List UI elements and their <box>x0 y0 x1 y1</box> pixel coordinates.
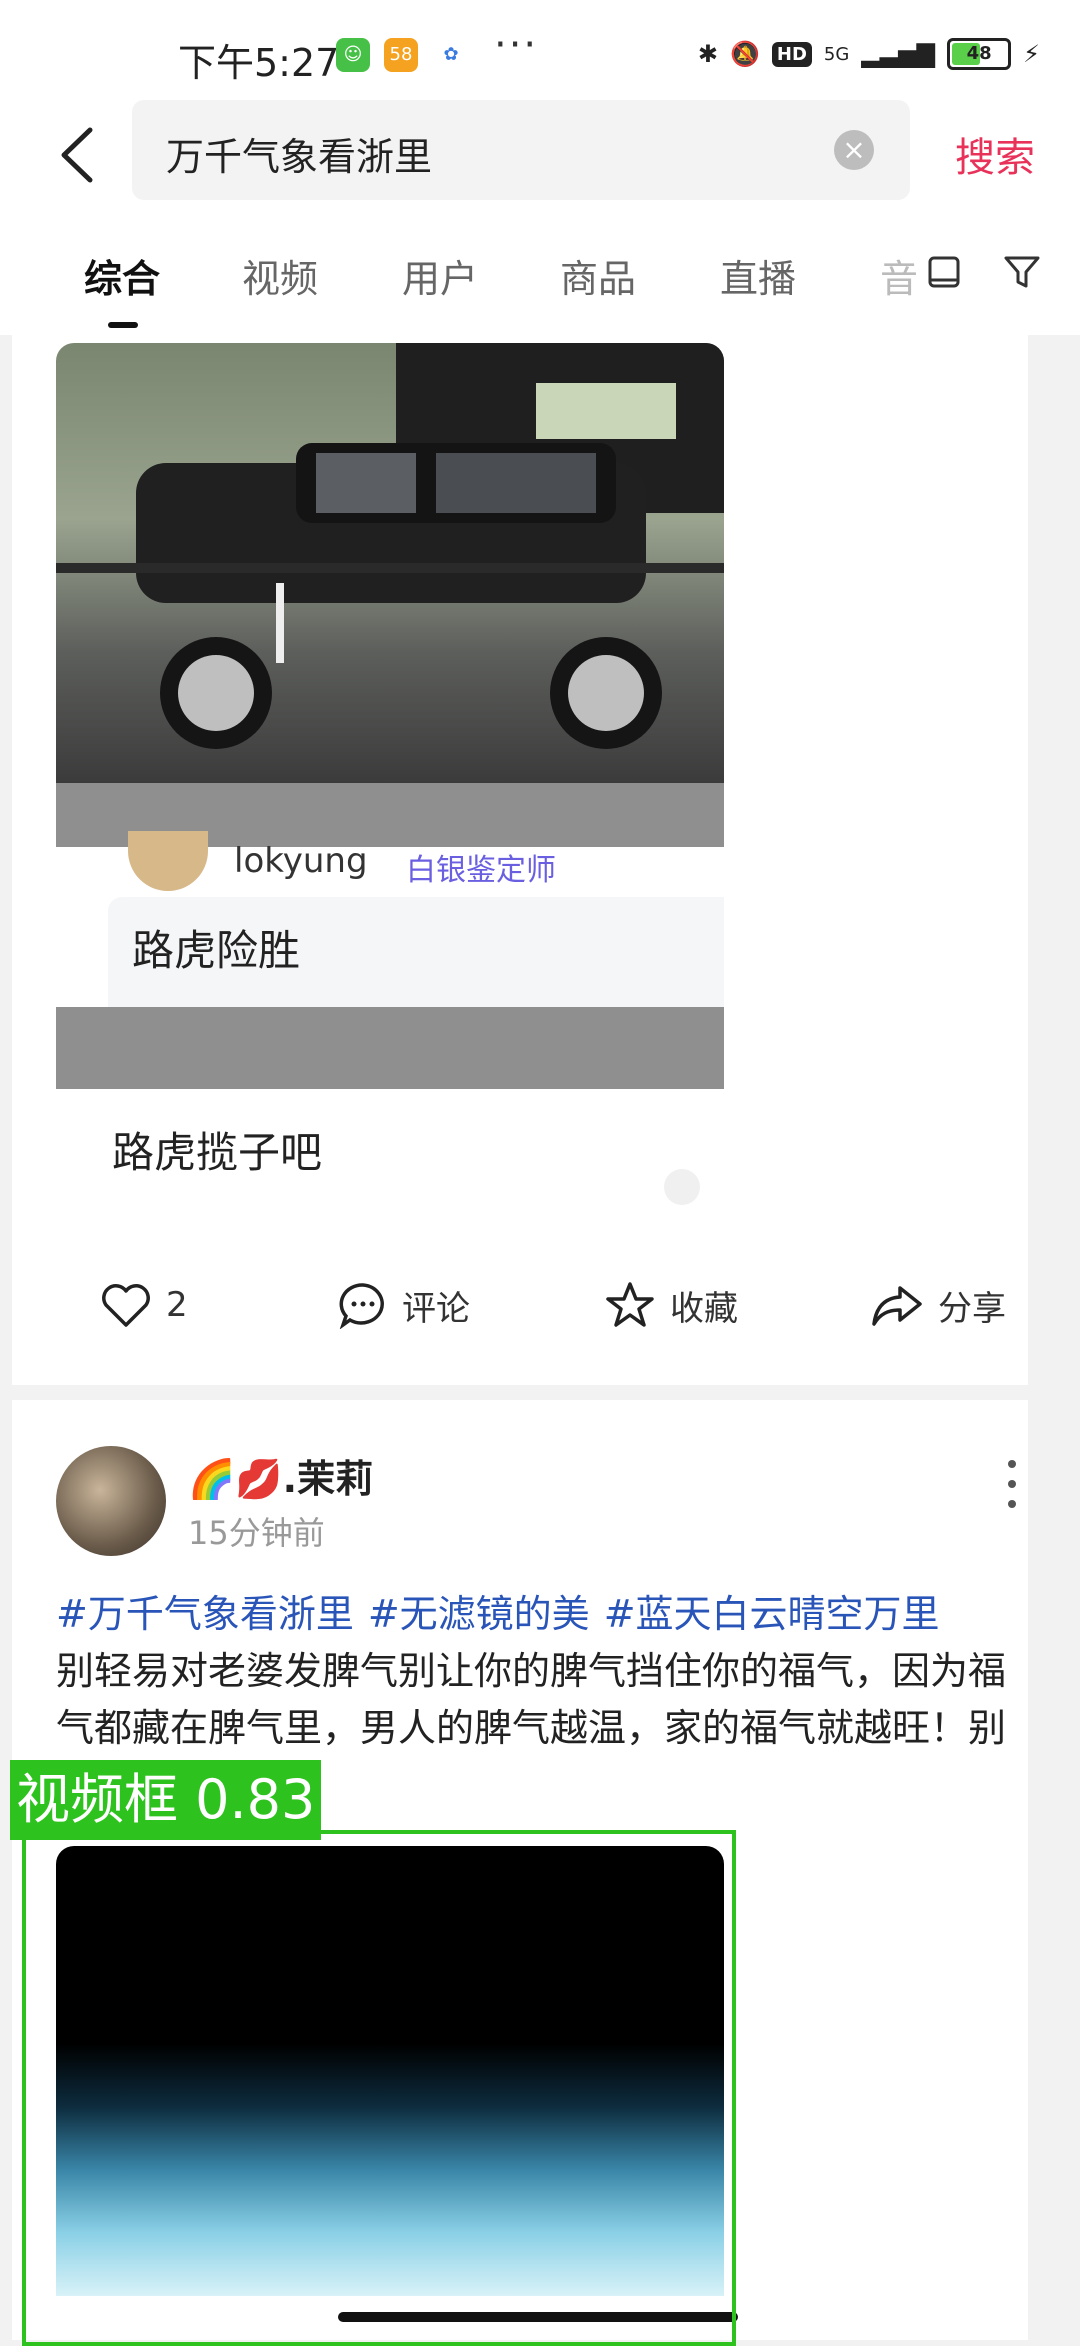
post-image-collage[interactable]: lokyung 白银鉴定师 路虎险胜 路虎揽子吧 <box>56 343 724 1233</box>
share-button[interactable]: 分享 <box>870 1265 1006 1345</box>
comment-text-1: 路虎险胜 <box>132 926 301 975</box>
search-button[interactable]: 搜索 <box>955 125 1035 183</box>
search-input[interactable]: 万千气象看浙里 × <box>132 100 910 200</box>
comment-panel-2: 路虎揽子吧 <box>56 1089 724 1233</box>
post-time: 15分钟前 <box>188 1514 325 1552</box>
cloud-app-icon: ✿ <box>434 38 468 72</box>
battery-icon: 48 <box>947 38 1012 70</box>
detection-label: 视频框 0.83 <box>10 1760 322 1840</box>
favorite-button[interactable]: 收藏 <box>604 1265 738 1345</box>
comment-button[interactable]: 评论 <box>338 1265 470 1345</box>
search-query: 万千气象看浙里 <box>166 135 433 179</box>
tab-bar: 综合 视频 用户 商品 直播 音 <box>0 210 1080 335</box>
comment-text-2: 路虎揽子吧 <box>112 1128 323 1177</box>
post-card-1[interactable]: lokyung 白银鉴定师 路虎险胜 路虎揽子吧 2 评论 收藏 分享 <box>12 335 1028 1385</box>
58-app-icon: 58 <box>384 38 418 72</box>
hd-icon: HD <box>771 41 812 67</box>
car-illustration <box>56 343 724 749</box>
status-time: 下午5:27 <box>178 41 340 85</box>
favorite-label: 收藏 <box>670 1288 738 1329</box>
signal-icon: ▂▃▅▇ <box>861 40 936 68</box>
tab-products[interactable]: 商品 <box>560 248 636 303</box>
like-button[interactable]: 2 <box>100 1265 188 1345</box>
network-label: 5G <box>823 43 850 65</box>
tab-users[interactable]: 用户 <box>402 248 478 303</box>
hashtag-link[interactable]: #万千气象看浙里 <box>56 1592 354 1636</box>
filter-icon[interactable] <box>1000 250 1044 294</box>
layout-toggle-icon[interactable] <box>922 250 966 294</box>
tab-video[interactable]: 视频 <box>242 248 318 303</box>
comment-panel-1: lokyung 白银鉴定师 路虎险胜 <box>56 831 724 1067</box>
car-photo <box>56 343 724 783</box>
star-icon <box>606 1282 654 1327</box>
battery-level: 48 <box>966 43 992 64</box>
comment-label: 评论 <box>402 1288 470 1329</box>
clear-icon[interactable]: × <box>834 130 874 170</box>
mute-bell-icon: 🔕 <box>730 40 760 68</box>
status-right-group: ✱ 🔕 HD 5G ▂▃▅▇ 48 ⚡ <box>698 34 1040 74</box>
back-button[interactable] <box>50 120 110 190</box>
search-header: 万千气象看浙里 × 搜索 <box>0 100 1080 210</box>
tab-comprehensive[interactable]: 综合 <box>84 248 160 303</box>
active-tab-indicator <box>108 322 138 328</box>
tab-music[interactable]: 音 <box>880 248 918 303</box>
action-bar: 2 评论 收藏 分享 <box>12 1265 1028 1365</box>
comment-icon <box>339 1283 384 1329</box>
pause-icon[interactable] <box>664 1169 700 1205</box>
tab-live[interactable]: 直播 <box>720 248 796 303</box>
hashtag-link[interactable]: #无滤镜的美 <box>368 1592 590 1636</box>
share-label: 分享 <box>938 1288 1006 1329</box>
commenter-badge: 白银鉴定师 <box>406 853 556 888</box>
more-options-icon[interactable] <box>1004 1456 1020 1512</box>
avatar[interactable] <box>56 1446 166 1556</box>
status-bar: 下午5:27 ☺ 58 ✿ ··· ✱ 🔕 HD 5G ▂▃▅▇ 48 ⚡ <box>0 0 1080 100</box>
hashtag-link[interactable]: #蓝天白云晴空万里 <box>604 1592 940 1636</box>
back-arrow-icon <box>61 127 93 183</box>
heart-icon <box>102 1284 150 1327</box>
like-count: 2 <box>166 1285 188 1325</box>
charging-icon: ⚡ <box>1023 40 1040 68</box>
detection-box <box>22 1830 736 2346</box>
commenter-avatar <box>128 831 208 891</box>
cat-app-icon: ☺ <box>336 38 370 72</box>
gray-band-bottom <box>56 1007 724 1089</box>
bluetooth-icon: ✱ <box>697 40 718 68</box>
more-notifications-icon: ··· <box>494 22 539 68</box>
share-icon <box>872 1286 922 1326</box>
username[interactable]: 🌈💋.茉莉 <box>188 1448 373 1503</box>
commenter-name: lokyung <box>234 841 368 881</box>
